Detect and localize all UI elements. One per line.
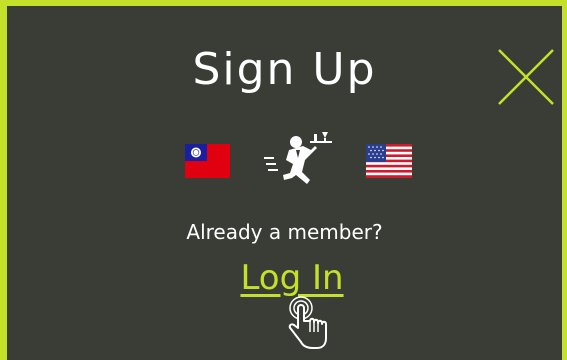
running-waiter-icon	[264, 132, 332, 184]
language-options	[7, 128, 567, 188]
member-prompt: Already a member?	[186, 220, 383, 244]
modal-title: Sign Up	[192, 44, 377, 95]
signup-modal: Sign Up Already a member? Log In	[0, 0, 567, 360]
usa-flag-icon[interactable]	[366, 144, 412, 178]
login-link[interactable]: Log In	[227, 258, 357, 298]
taiwan-flag-icon[interactable]	[185, 144, 230, 178]
hand-pointer-icon	[288, 296, 327, 349]
close-icon[interactable]	[497, 48, 555, 106]
